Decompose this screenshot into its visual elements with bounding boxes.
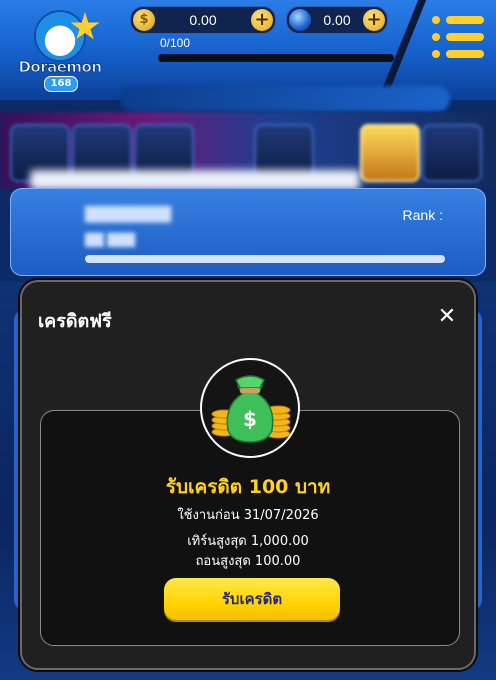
logo-text: Doraemon bbox=[18, 58, 103, 77]
profile-name: ████████ bbox=[85, 207, 172, 223]
gem-balance-pill: 0.00 + bbox=[286, 6, 388, 34]
coin-balance-pill: $ 0.00 + bbox=[130, 6, 276, 34]
top-bar: Doraemon 168 $ 0.00 + 0.00 + 0/100 bbox=[0, 0, 496, 100]
hamburger-menu-icon[interactable] bbox=[432, 16, 484, 60]
profile-card[interactable]: ████████ ██ ███ Rank : bbox=[10, 188, 486, 276]
svg-text:$: $ bbox=[243, 407, 257, 431]
rank-label: Rank : bbox=[402, 207, 443, 223]
add-coin-button[interactable]: + bbox=[251, 9, 273, 31]
money-bag-icon: $ bbox=[200, 358, 300, 458]
game-tile[interactable] bbox=[360, 124, 420, 182]
app-logo[interactable]: Doraemon 168 bbox=[14, 10, 104, 92]
max-withdraw-text: ถอนสูงสุด 100.00 bbox=[195, 554, 301, 569]
logo-subtext: 168 bbox=[44, 76, 78, 92]
coin-balance-value: 0.00 bbox=[189, 12, 217, 28]
level-progress-bar bbox=[158, 54, 394, 62]
expiry-text: ใช้งานก่อน 31/07/2026 bbox=[177, 508, 319, 523]
max-turnover-text: เทิร์นสูงสุด 1,000.00 bbox=[187, 534, 309, 549]
gem-balance-value: 0.00 bbox=[323, 12, 351, 28]
free-credit-modal: เครดิตฟรี ✕ $ รับเครดิต 100 บาท ใช้งานก่… bbox=[20, 280, 476, 670]
announcement-marquee bbox=[120, 86, 450, 112]
add-gem-button[interactable]: + bbox=[363, 9, 385, 31]
game-tile[interactable] bbox=[422, 124, 482, 182]
credit-amount-title: รับเครดิต 100 บาท bbox=[165, 476, 331, 498]
close-icon[interactable]: ✕ bbox=[436, 306, 458, 328]
gem-icon bbox=[289, 9, 311, 31]
claim-credit-button[interactable]: รับเครดิต bbox=[164, 578, 340, 620]
blurred-banner-text bbox=[30, 170, 360, 190]
rank-progress-bar bbox=[85, 255, 445, 263]
level-progress-text: 0/100 bbox=[160, 36, 191, 50]
coin-icon: $ bbox=[133, 9, 155, 31]
modal-title: เครดิตฟรี bbox=[38, 311, 112, 332]
profile-subtext: ██ ███ bbox=[85, 233, 135, 247]
